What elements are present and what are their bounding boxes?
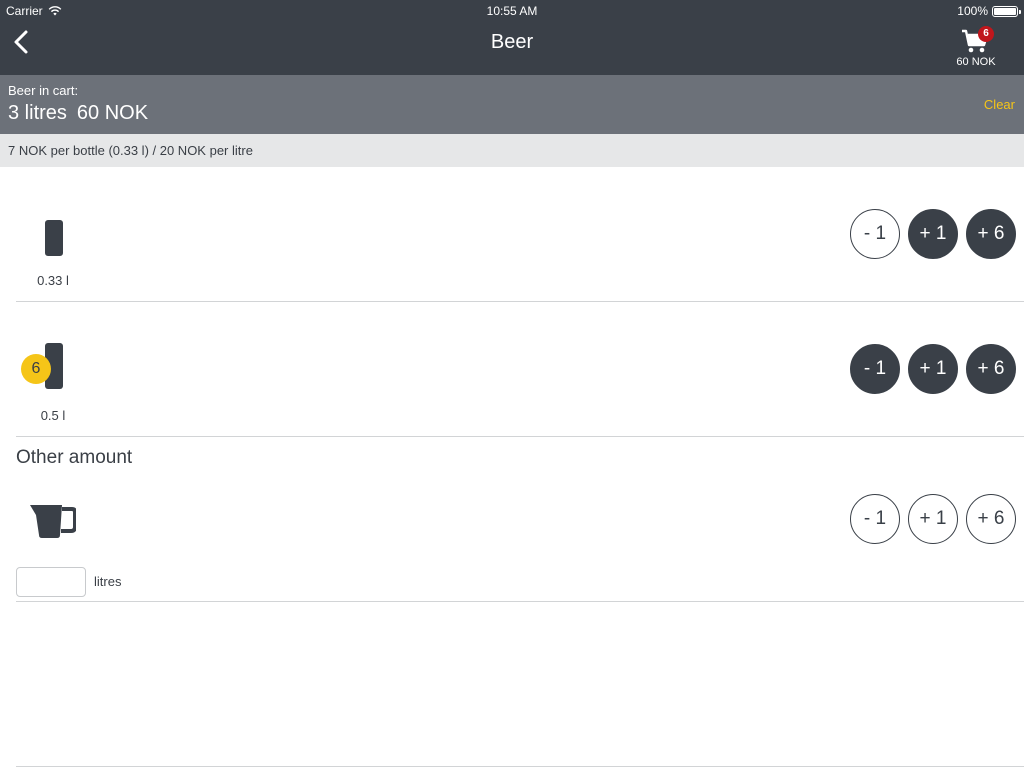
plus-one-button[interactable]: + 1	[908, 344, 958, 394]
section-title: Other amount	[16, 447, 133, 468]
plus-six-button[interactable]: + 6	[966, 494, 1016, 544]
minus-one-button[interactable]: - 1	[850, 209, 900, 259]
cart-summary-label: Beer in cart:	[8, 83, 79, 98]
cart-count-badge: 6	[978, 26, 994, 42]
cart-summary-values: 3 litres 60 NOK	[8, 102, 148, 125]
clear-button[interactable]: Clear	[984, 97, 1015, 112]
quantity-buttons: - 1 + 1 + 6	[850, 344, 1016, 394]
quantity-buttons: - 1 + 1 + 6	[850, 494, 1016, 544]
other-amount-section: Other amount - 1 + 1 + 6 litres	[16, 437, 1024, 602]
price-info: 7 NOK per bottle (0.33 l) / 20 NOK per l…	[0, 134, 1024, 167]
battery-icon	[992, 5, 1021, 17]
litres-input[interactable]	[16, 567, 86, 597]
plus-one-button[interactable]: + 1	[908, 209, 958, 259]
list-item-large-bottle: 6 0.5 l - 1 + 1 + 6	[16, 302, 1024, 437]
minus-one-button[interactable]: - 1	[850, 344, 900, 394]
cart-button[interactable]: 6 60 NOK	[946, 26, 1006, 70]
list-item-small-bottle: 0.33 l - 1 + 1 + 6	[16, 167, 1024, 302]
divider	[16, 766, 1024, 767]
quantity-badge: 6	[21, 354, 51, 384]
cart-volume: 3 litres	[8, 102, 67, 124]
status-time: 10:55 AM	[486, 4, 538, 18]
can-icon	[45, 220, 63, 256]
plus-six-button[interactable]: + 6	[966, 209, 1016, 259]
size-label: 0.5 l	[40, 408, 66, 423]
minus-one-button[interactable]: - 1	[850, 494, 900, 544]
quantity-buttons: - 1 + 1 + 6	[850, 209, 1016, 259]
cart-amount: 60 NOK	[76, 102, 149, 124]
page-title: Beer	[490, 31, 534, 53]
status-bar: Carrier 10:55 AM 100%	[0, 0, 1024, 20]
plus-one-button[interactable]: + 1	[908, 494, 958, 544]
litres-unit-label: litres	[94, 574, 122, 589]
cart-summary: Beer in cart: 3 litres 60 NOK Clear	[0, 75, 1024, 134]
battery-label: 100%	[957, 4, 988, 18]
cart-total: 60 NOK	[956, 56, 996, 68]
battery-info: 100%	[957, 4, 1021, 18]
size-label: 0.33 l	[37, 273, 69, 288]
measuring-jug-icon	[30, 505, 76, 538]
top-bar: Carrier 10:55 AM 100% Beer 6 60 NOK	[0, 0, 1024, 75]
plus-six-button[interactable]: + 6	[966, 344, 1016, 394]
